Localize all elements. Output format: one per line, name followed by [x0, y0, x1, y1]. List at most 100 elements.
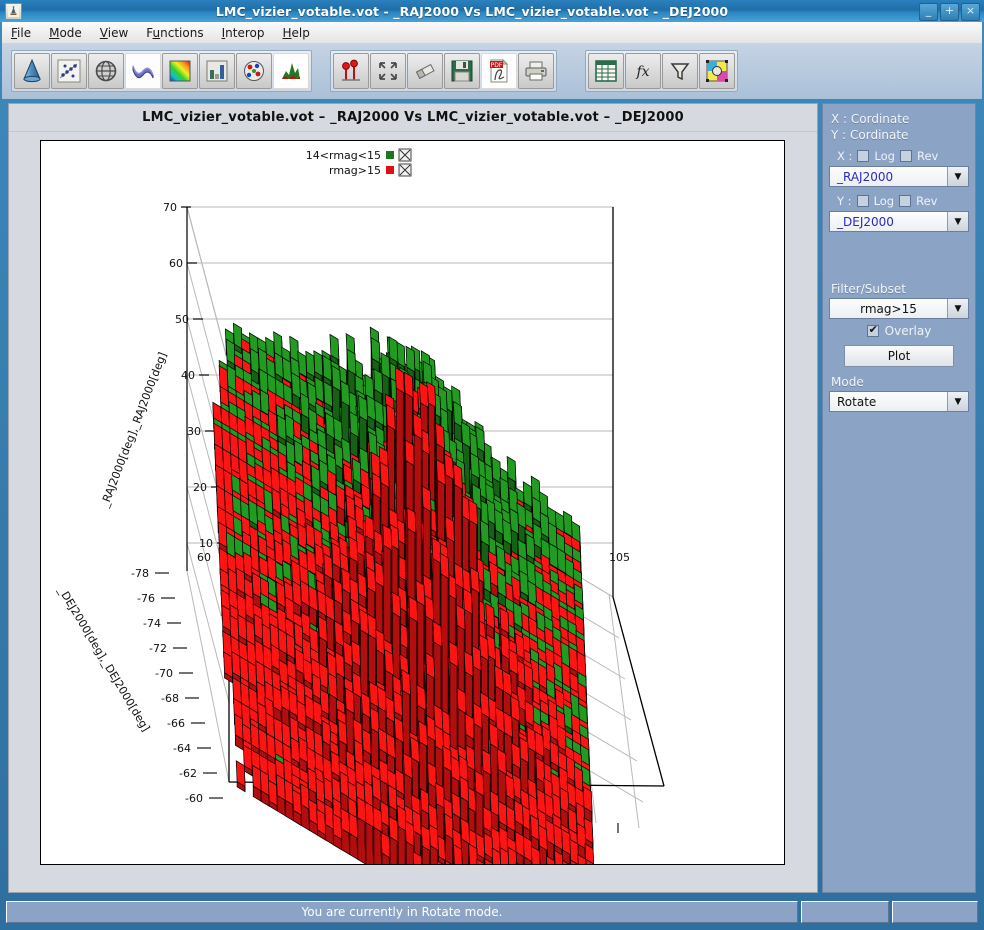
y-tick--66: -66 [167, 717, 185, 730]
window-title: LMC_vizier_votable.vot - _RAJ2000 Vs LMC… [215, 3, 729, 19]
y-tick--68: -68 [161, 692, 179, 705]
maximize-button[interactable]: + [940, 3, 959, 21]
bar-chart-icon[interactable] [199, 53, 235, 89]
z-tick-40: 40 [181, 369, 195, 382]
y-rev-checkbox[interactable] [899, 195, 912, 207]
x-log-checkbox[interactable] [857, 150, 870, 162]
pin-markers-icon[interactable] [333, 53, 369, 89]
svg-text:fx: fx [635, 64, 649, 80]
z-tick-10: 10 [199, 537, 213, 550]
x-rev-label: Rev [916, 149, 939, 163]
x-column-select[interactable]: _RAJ2000 ▼ [829, 166, 969, 187]
toolbar: PDF fx [2, 43, 982, 99]
overlay-checkbox[interactable] [866, 323, 879, 337]
y-log-label: Log [873, 194, 895, 208]
x-rev-checkbox[interactable] [899, 150, 912, 162]
y-column-select[interactable]: _DEJ2000 ▼ [829, 211, 969, 232]
x-coordinate-label: X : Cordinate [831, 112, 910, 126]
color-map-icon[interactable] [162, 53, 198, 89]
eraser-icon[interactable] [407, 53, 443, 89]
window-controls: _ + × [919, 3, 980, 21]
green-swatch [386, 151, 394, 159]
z-tick-60: 60 [169, 257, 183, 270]
y-tick--64: -64 [173, 742, 191, 755]
y-tick--70: -70 [155, 667, 173, 680]
z-axis: 70 60 50 40 30 20 10 _RAJ2000[deg],_RAJ2… [98, 201, 227, 571]
menu-bar: File Mode View Functions Interop Help [2, 22, 982, 44]
z-tick-30: 30 [187, 425, 201, 438]
menu-help[interactable]: Help [273, 24, 318, 42]
chevron-down-icon[interactable]: ▼ [947, 392, 968, 411]
application-window: LMC_vizier_votable.vot - _RAJ2000 Vs LMC… [0, 0, 984, 930]
y-column-value: _DEJ2000 [830, 212, 947, 231]
menu-interop-rest: nterop [225, 25, 265, 40]
volume-render-icon[interactable] [236, 53, 272, 89]
plot-svg: 14<rmag<15 rmag>15 70 60 50 40 30 20 10 … [55, 148, 665, 864]
plot-title: LMC_vizier_votable.vot – _RAJ2000 Vs LMC… [142, 110, 684, 125]
legend-label-1: rmag>15 [329, 164, 381, 177]
legend-checkbox-0[interactable] [398, 148, 412, 162]
overlay-option: Overlay [829, 323, 969, 338]
y-tick--62: -62 [179, 767, 197, 780]
mode-value: Rotate [830, 392, 947, 411]
histogram-3d-icon[interactable] [273, 53, 309, 89]
menu-mode[interactable]: Mode [40, 24, 91, 42]
z-tick-70: 70 [163, 201, 177, 214]
y-coordinate-label: Y : Cordinate [831, 128, 909, 142]
function-fx-icon[interactable]: fx [625, 53, 661, 89]
print-icon[interactable] [518, 53, 554, 89]
table-grid-icon[interactable] [588, 53, 624, 89]
cone-3d-icon[interactable] [14, 53, 50, 89]
save-floppy-icon[interactable] [444, 53, 480, 89]
export-pdf-icon[interactable]: PDF [481, 53, 517, 89]
app-icon [5, 2, 22, 20]
control-sidebar: X : Cordinate Y : Cordinate X : Log Rev … [822, 103, 976, 893]
menu-file-rest: ile [17, 25, 32, 40]
legend-label-0: 14<rmag<15 [306, 149, 381, 162]
x-axis-prefix: X : [837, 149, 853, 163]
expand-arrows-icon[interactable] [370, 53, 406, 89]
y-tick--74: -74 [143, 617, 161, 630]
overlay-label: Overlay [884, 324, 932, 338]
menu-functions[interactable]: Functions [137, 24, 212, 42]
menu-file[interactable]: File [2, 24, 40, 42]
minimize-button[interactable]: _ [919, 3, 938, 21]
z-axis-label: _RAJ2000[deg],_RAJ2000[deg] [98, 350, 170, 510]
close-button[interactable]: × [961, 3, 980, 21]
menu-view-rest: iew [107, 25, 129, 40]
y-axis-prefix: Y : [837, 194, 852, 208]
filter-subset-select[interactable]: rmag>15 ▼ [829, 298, 969, 319]
mode-select[interactable]: Rotate ▼ [829, 391, 969, 412]
plot-panel: LMC_vizier_votable.vot – _RAJ2000 Vs LMC… [8, 103, 818, 893]
chevron-down-icon[interactable]: ▼ [947, 212, 968, 231]
filter-subset-value: rmag>15 [830, 299, 947, 318]
plot-button[interactable]: Plot [844, 345, 954, 367]
filter-subset-label: Filter/Subset [831, 282, 906, 296]
x-log-label: Log [874, 149, 895, 163]
menu-view[interactable]: View [91, 24, 137, 42]
y-log-checkbox[interactable] [856, 195, 869, 207]
globe-icon[interactable] [88, 53, 124, 89]
x-column-value: _RAJ2000 [830, 167, 947, 186]
plot-canvas[interactable]: 14<rmag<15 rmag>15 70 60 50 40 30 20 10 … [40, 140, 785, 865]
svg-text:PDF: PDF [491, 62, 503, 69]
chevron-down-icon[interactable]: ▼ [947, 299, 968, 318]
toolbar-group-data: fx [585, 50, 738, 92]
x-tick-60: 60 [197, 551, 211, 564]
y-axis: -78 -76 -74 -72 -70 -68 -66 -64 -62 -60 … [55, 567, 223, 805]
status-bar: You are currently in Rotate mode. [6, 900, 978, 924]
chevron-down-icon[interactable]: ▼ [947, 167, 968, 186]
toolbar-group-plot-types [11, 50, 312, 92]
filter-funnel-icon[interactable] [662, 53, 698, 89]
title-bar: LMC_vizier_votable.vot - _RAJ2000 Vs LMC… [0, 0, 984, 22]
scatter-plot-icon[interactable] [51, 53, 87, 89]
chart-legend: 14<rmag<15 rmag>15 [306, 148, 412, 177]
surface-mesh-icon[interactable] [125, 53, 161, 89]
subset-select-icon[interactable] [699, 53, 735, 89]
legend-checkbox-1[interactable] [398, 163, 412, 177]
menu-mode-rest: ode [59, 25, 82, 40]
y-axis-label: _DEJ2000[deg],_DEJ2000[deg] [55, 584, 152, 734]
menu-interop[interactable]: Interop [213, 24, 274, 42]
x-tick-105: 105 [609, 551, 630, 564]
